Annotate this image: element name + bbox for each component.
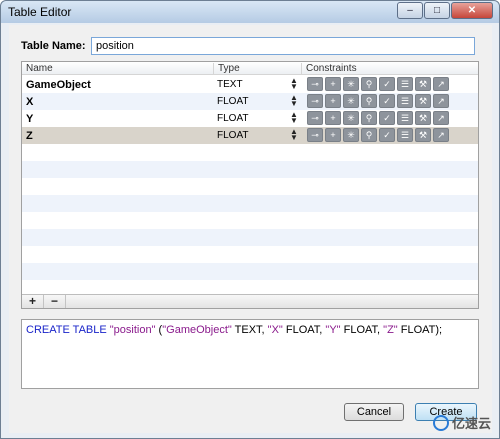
empty-row[interactable] xyxy=(22,161,478,178)
sql-type-3: FLOAT, xyxy=(340,324,384,336)
asterisk-icon[interactable]: ✳ xyxy=(343,94,359,108)
asterisk-icon[interactable]: ✳ xyxy=(343,111,359,125)
sql-column-3: "Y" xyxy=(325,324,341,336)
cancel-button[interactable]: Cancel xyxy=(344,403,404,421)
sql-table-name: "position" xyxy=(109,324,156,336)
type-stepper-icon[interactable]: ▲ ▼ xyxy=(290,77,298,91)
row-column-name[interactable]: Y xyxy=(26,113,33,125)
sql-keyword-create: CREATE xyxy=(26,324,70,336)
list-icon[interactable]: ☰ xyxy=(397,77,413,91)
sql-column-2: "X" xyxy=(267,324,283,336)
pin-icon[interactable]: ⚲ xyxy=(361,111,377,125)
table-row[interactable]: X FLOAT ▲ ▼ ⊸ + ✳ ⚲ ✓ ☰ ⚒ ↗ xyxy=(22,93,478,110)
window-controls: – □ ✕ xyxy=(396,2,493,19)
type-stepper-icon[interactable]: ▲ ▼ xyxy=(290,128,298,142)
external-link-icon[interactable]: ↗ xyxy=(433,77,449,91)
empty-row[interactable] xyxy=(22,229,478,246)
asterisk-icon[interactable]: ✳ xyxy=(343,128,359,142)
sql-preview: CREATE TABLE "position" ("GameObject" TE… xyxy=(21,319,479,389)
type-stepper-icon[interactable]: ▲ ▼ xyxy=(290,111,298,125)
key-icon[interactable]: ⊸ xyxy=(307,77,323,91)
type-stepper-icon[interactable]: ▲ ▼ xyxy=(290,94,298,108)
sql-type-2: FLOAT, xyxy=(282,324,326,336)
table-row[interactable]: Y FLOAT ▲ ▼ ⊸ + ✳ ⚲ ✓ ☰ ⚒ ↗ xyxy=(22,110,478,127)
check-icon[interactable]: ✓ xyxy=(379,111,395,125)
check-icon[interactable]: ✓ xyxy=(379,128,395,142)
wrench-icon[interactable]: ⚒ xyxy=(415,94,431,108)
window-title: Table Editor xyxy=(8,5,72,19)
table-name-label: Table Name: xyxy=(21,40,86,52)
empty-row[interactable] xyxy=(22,144,478,161)
pin-icon[interactable]: ⚲ xyxy=(361,77,377,91)
sql-keyword-table: TABLE xyxy=(72,324,107,336)
minimize-button[interactable]: – xyxy=(397,2,423,19)
asterisk-icon[interactable]: ✳ xyxy=(343,77,359,91)
sql-column-4: "Z" xyxy=(383,324,398,336)
external-link-icon[interactable]: ↗ xyxy=(433,94,449,108)
maximize-button[interactable]: □ xyxy=(424,2,450,19)
check-icon[interactable]: ✓ xyxy=(379,77,395,91)
title-bar[interactable]: Table Editor – □ ✕ xyxy=(1,1,499,23)
row-column-type[interactable]: TEXT xyxy=(217,79,243,90)
grid-header: Name Type Constraints xyxy=(22,62,478,75)
row-column-type[interactable]: FLOAT xyxy=(217,96,248,107)
pin-icon[interactable]: ⚲ xyxy=(361,94,377,108)
row-column-type[interactable]: FLOAT xyxy=(217,130,248,141)
list-icon[interactable]: ☰ xyxy=(397,111,413,125)
header-constraints[interactable]: Constraints xyxy=(302,63,478,75)
wrench-icon[interactable]: ⚒ xyxy=(415,111,431,125)
wrench-icon[interactable]: ⚒ xyxy=(415,128,431,142)
key-icon[interactable]: ⊸ xyxy=(307,94,323,108)
close-button[interactable]: ✕ xyxy=(451,2,493,19)
grid-footer: + − xyxy=(22,294,478,308)
add-column-button[interactable]: + xyxy=(22,295,44,308)
key-icon[interactable]: ⊸ xyxy=(307,128,323,142)
row-column-name[interactable]: X xyxy=(26,96,33,108)
empty-row[interactable] xyxy=(22,195,478,212)
watermark-logo-icon xyxy=(432,414,449,431)
external-link-icon[interactable]: ↗ xyxy=(433,111,449,125)
row-column-type[interactable]: FLOAT xyxy=(217,113,248,124)
remove-column-button[interactable]: − xyxy=(44,295,66,308)
table-editor-window: Table Editor – □ ✕ Table Name: Name Type… xyxy=(0,0,500,439)
dialog-body: Table Name: Name Type Constraints GameOb… xyxy=(9,25,492,433)
constraint-buttons: ⊸ + ✳ ⚲ ✓ ☰ ⚒ ↗ xyxy=(307,111,451,125)
grid-rows: GameObject TEXT ▲ ▼ ⊸ + ✳ ⚲ ✓ ☰ ⚒ ↗ X FLOAT ▲ ▼ ⊸ + ✳ ⚲ ✓ ☰ ⚒ ↗… xyxy=(22,76,478,297)
sql-type-1: TEXT, xyxy=(231,324,268,336)
table-name-row: Table Name: xyxy=(21,37,475,55)
columns-grid: Name Type Constraints GameObject TEXT ▲ ▼ ⊸ +… xyxy=(21,61,479,309)
list-icon[interactable]: ☰ xyxy=(397,94,413,108)
wrench-icon[interactable]: ⚒ xyxy=(415,77,431,91)
header-type[interactable]: Type xyxy=(214,63,302,75)
empty-row[interactable] xyxy=(22,263,478,280)
check-icon[interactable]: ✓ xyxy=(379,94,395,108)
pin-icon[interactable]: ⚲ xyxy=(361,128,377,142)
empty-row[interactable] xyxy=(22,212,478,229)
row-column-name[interactable]: Z xyxy=(26,130,33,142)
header-name[interactable]: Name xyxy=(22,63,214,75)
plus-icon[interactable]: + xyxy=(325,77,341,91)
sql-type-4: FLOAT); xyxy=(397,324,443,336)
list-icon[interactable]: ☰ xyxy=(397,128,413,142)
watermark: 亿速云 xyxy=(432,413,491,432)
plus-icon[interactable]: + xyxy=(325,94,341,108)
table-row[interactable]: GameObject TEXT ▲ ▼ ⊸ + ✳ ⚲ ✓ ☰ ⚒ ↗ xyxy=(22,76,478,93)
empty-row[interactable] xyxy=(22,178,478,195)
external-link-icon[interactable]: ↗ xyxy=(433,128,449,142)
constraint-buttons: ⊸ + ✳ ⚲ ✓ ☰ ⚒ ↗ xyxy=(307,94,451,108)
constraint-buttons: ⊸ + ✳ ⚲ ✓ ☰ ⚒ ↗ xyxy=(307,128,451,142)
watermark-text: 亿速云 xyxy=(451,416,491,431)
row-column-name[interactable]: GameObject xyxy=(26,79,91,91)
plus-icon[interactable]: + xyxy=(325,128,341,142)
table-name-input[interactable] xyxy=(91,37,475,55)
key-icon[interactable]: ⊸ xyxy=(307,111,323,125)
sql-column-1: "GameObject" xyxy=(162,324,232,336)
empty-row[interactable] xyxy=(22,246,478,263)
plus-icon[interactable]: + xyxy=(325,111,341,125)
table-row[interactable]: Z FLOAT ▲ ▼ ⊸ + ✳ ⚲ ✓ ☰ ⚒ ↗ xyxy=(22,127,478,144)
constraint-buttons: ⊸ + ✳ ⚲ ✓ ☰ ⚒ ↗ xyxy=(307,77,451,91)
